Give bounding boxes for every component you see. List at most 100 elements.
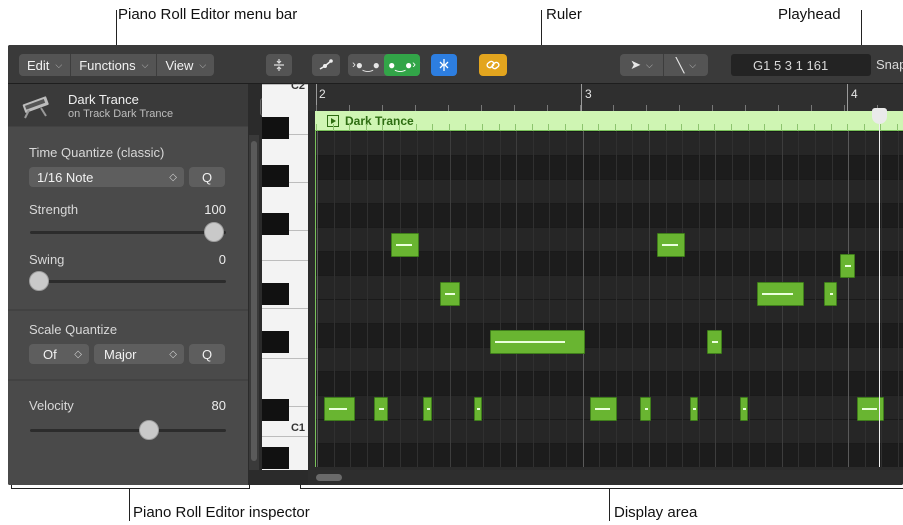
midi-note[interactable]: [324, 397, 355, 421]
region-header-bar[interactable]: Dark Trance: [315, 111, 903, 131]
black-key[interactable]: [262, 447, 289, 469]
midi-note[interactable]: [707, 330, 722, 354]
chevron-down-icon: ⌵: [199, 59, 207, 70]
white-key-divider: [262, 436, 308, 437]
callout-inspector: Piano Roll Editor inspector: [133, 504, 310, 521]
region-tick: [764, 124, 765, 131]
time-quantize-q-button[interactable]: Q: [189, 167, 225, 187]
grid-line: [848, 131, 849, 467]
pencil-tool-menu[interactable]: ╲ ⌵: [664, 54, 708, 76]
time-quantize-popup[interactable]: 1/16 Note ◇: [29, 167, 184, 187]
piano-keyboard[interactable]: C2 C1: [262, 80, 308, 470]
midi-note[interactable]: [690, 397, 698, 421]
callout-menu-bar-line: [116, 10, 117, 46]
strength-slider-knob[interactable]: [204, 222, 224, 242]
inspector-scroll-thumb[interactable]: [251, 141, 257, 461]
grid-line: [500, 131, 501, 467]
midi-out-button[interactable]: ●‿● ›: [384, 54, 420, 76]
edit-menu[interactable]: Edit ⌵: [19, 54, 72, 76]
collapse-button[interactable]: [266, 54, 292, 76]
region-tick: [432, 124, 433, 131]
grid-line: [400, 131, 401, 467]
midi-note[interactable]: [657, 233, 685, 257]
horizontal-scroll-thumb[interactable]: [316, 474, 342, 481]
black-key[interactable]: [262, 117, 289, 139]
swing-slider-knob[interactable]: [29, 271, 49, 291]
note-velocity-line: [862, 408, 877, 410]
link-button[interactable]: [479, 54, 507, 76]
midi-note[interactable]: [490, 330, 585, 354]
midi-note[interactable]: [440, 282, 460, 306]
midi-note[interactable]: [423, 397, 432, 421]
bar-number: 2: [319, 87, 326, 101]
black-key[interactable]: [262, 399, 289, 421]
pointer-tool-menu[interactable]: ➤ ⌵: [620, 54, 664, 76]
functions-menu[interactable]: Functions ⌵: [71, 54, 158, 76]
swing-slider-track[interactable]: [30, 280, 226, 283]
black-key[interactable]: [262, 213, 289, 235]
midi-note[interactable]: [757, 282, 804, 306]
automation-button[interactable]: [312, 54, 340, 76]
pointer-icon: ➤: [630, 57, 642, 72]
velocity-slider-knob[interactable]: [139, 420, 159, 440]
scale-type-popup[interactable]: Major ◇: [94, 344, 184, 364]
region-tick: [864, 124, 865, 131]
inspector-scrollbar[interactable]: [249, 135, 259, 470]
region-tick: [482, 124, 483, 131]
scale-quantize-label: Scale Quantize: [29, 322, 118, 337]
catch-button[interactable]: [431, 54, 457, 76]
strength-slider-track[interactable]: [30, 231, 226, 234]
grid-line: [566, 131, 567, 467]
snap-menu[interactable]: Snap: [876, 57, 903, 72]
midi-note[interactable]: [391, 233, 419, 257]
velocity-slider-track[interactable]: [30, 429, 226, 432]
swing-value: 0: [218, 252, 226, 267]
black-key[interactable]: [262, 165, 289, 187]
view-menu[interactable]: View ⌵: [157, 54, 214, 76]
midi-note[interactable]: [740, 397, 748, 421]
note-velocity-line: [712, 341, 718, 343]
midi-note[interactable]: [824, 282, 837, 306]
midi-note[interactable]: [374, 397, 388, 421]
callout-menu-bar: Piano Roll Editor menu bar: [118, 6, 298, 23]
midi-in-button[interactable]: › ●‿●: [348, 54, 384, 76]
grid-line: [699, 131, 700, 467]
playhead-line[interactable]: [879, 111, 880, 467]
position-display[interactable]: G1 5 3 1 161: [731, 54, 871, 76]
midi-note[interactable]: [590, 397, 617, 421]
midi-note[interactable]: [474, 397, 482, 421]
horizontal-scrollbar[interactable]: [308, 470, 903, 485]
note-velocity-line: [662, 244, 678, 246]
note-velocity-line: [329, 408, 347, 410]
note-velocity-line: [445, 293, 455, 295]
scale-root-popup[interactable]: Of ◇: [29, 344, 89, 364]
chevron-down-icon: ⌵: [689, 59, 697, 70]
region-tick: [814, 124, 815, 131]
region-header: Dark Trance on Track Dark Trance: [8, 84, 248, 126]
ruler[interactable]: 2 3 4: [308, 84, 903, 111]
midi-note[interactable]: [640, 397, 651, 421]
region-tick: [548, 124, 549, 131]
up-down-chevron-icon: ◇: [169, 171, 177, 183]
region-tick: [532, 124, 533, 131]
note-velocity-line: [595, 408, 610, 410]
region-tick: [499, 124, 500, 131]
synth-keyboard-icon: [22, 96, 49, 119]
scale-quantize-q-button[interactable]: Q: [189, 344, 225, 364]
show-hide-button[interactable]: [256, 98, 257, 99]
strength-value: 100: [204, 202, 226, 217]
midi-note[interactable]: [840, 254, 855, 278]
grid-line: [732, 131, 733, 467]
display-area[interactable]: [315, 131, 903, 467]
grid-line: [516, 131, 517, 467]
playhead-handle[interactable]: [872, 108, 887, 124]
note-velocity-line: [427, 408, 430, 410]
piano-roll-editor: Edit ⌵ Functions ⌵ View ⌵ › ●‿● ●‿● › ➤ ⌵ ╲ ⌵: [8, 45, 903, 485]
callout-display-line: [609, 488, 610, 521]
note-velocity-line: [743, 408, 746, 410]
local-menus: Edit ⌵ Functions ⌵ View ⌵: [19, 54, 215, 76]
black-key[interactable]: [262, 283, 289, 305]
grid-line: [466, 131, 467, 467]
black-key[interactable]: [262, 331, 289, 353]
note-velocity-line: [477, 408, 480, 410]
